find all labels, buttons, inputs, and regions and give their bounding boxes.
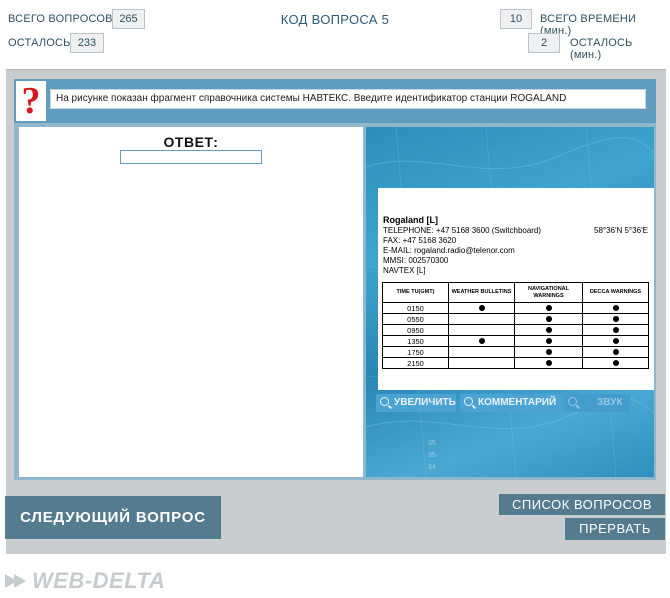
schedule-decca-cell (582, 302, 649, 314)
web-delta-logo: WEB-DELTA (5, 568, 165, 594)
broadcast-dot-icon (545, 348, 552, 355)
schedule-table: TIME TU(GMT) WEATHER BULLETINS NAVIGATIO… (382, 282, 649, 369)
remaining-questions-value: 233 (70, 33, 104, 53)
schedule-row: 0550 (382, 313, 649, 325)
logo-arrow-icon (5, 574, 26, 588)
sound-label: ЗВУК (597, 397, 623, 408)
magnifier-icon (568, 397, 577, 406)
schedule-nav-cell (514, 302, 583, 314)
schedule-time: 1350 (382, 335, 449, 347)
schedule-weather-cell (448, 324, 515, 336)
schedule-decca-cell (582, 335, 649, 347)
schedule-decca-cell (582, 324, 649, 336)
broadcast-dot-icon (612, 304, 619, 311)
station-mmsi: MMSI: 002570300 (383, 256, 449, 265)
schedule-time: 1750 (382, 346, 449, 358)
schedule-decca-cell (582, 313, 649, 325)
schedule-time: 0950 (382, 324, 449, 336)
zoom-label: УВЕЛИЧИТЬ (394, 397, 456, 408)
time-left-value: 2 (528, 33, 560, 53)
comment-label: КОММЕНТАРИЙ (478, 397, 557, 408)
schedule-row: 2150 (382, 357, 649, 369)
total-time-value: 10 (500, 9, 532, 29)
station-navtex: NAVTEX [L] (383, 266, 426, 275)
answer-pane (19, 127, 363, 477)
schedule-nav-cell (514, 324, 583, 336)
next-question-button[interactable]: СЛЕДУЮЩИЙ ВОПРОС (5, 496, 221, 539)
schedule-header-weather: WEATHER BULLETINS (448, 282, 515, 303)
station-name: Rogaland [L] (383, 215, 438, 225)
station-coords: 58°36'N 5°36'E (594, 226, 648, 235)
broadcast-dot-icon (612, 348, 619, 355)
broadcast-dot-icon (478, 304, 485, 311)
schedule-nav-cell (514, 313, 583, 325)
remaining-questions-label: ОСТАЛОСЬ (8, 37, 71, 49)
schedule-weather-cell (448, 302, 515, 314)
schedule-decca-cell (582, 346, 649, 358)
schedule-row: 0150 (382, 302, 649, 314)
schedule-nav-cell (514, 357, 583, 369)
answer-label: ОТВЕТ: (163, 134, 219, 150)
schedule-nav-cell (514, 346, 583, 358)
sound-button[interactable]: ЗВУК (564, 394, 630, 412)
schedule-header-decca: DECCA WARNINGS (582, 282, 649, 303)
broadcast-dot-icon (545, 337, 552, 344)
zoom-button[interactable]: УВЕЛИЧИТЬ (376, 394, 456, 412)
broadcast-dot-icon (545, 359, 552, 366)
magnifier-icon (464, 397, 473, 406)
chart-depth-label: 35 (428, 440, 436, 447)
schedule-row: 1750 (382, 346, 649, 358)
schedule-decca-cell (582, 357, 649, 369)
answer-input[interactable] (120, 150, 262, 164)
station-telephone: TELEPHONE: +47 5168 3600 (Switchboard) (383, 226, 542, 235)
chart-depth-label: 34 (428, 464, 436, 471)
broadcast-dot-icon (545, 315, 552, 322)
schedule-header-time: TIME TU(GMT) (382, 282, 449, 303)
broadcast-dot-icon (612, 315, 619, 322)
comment-button[interactable]: КОММЕНТАРИЙ (460, 394, 561, 412)
chart-depth-label: 35 (428, 452, 436, 459)
schedule-time: 2150 (382, 357, 449, 369)
logo-text: WEB-DELTA (32, 568, 166, 593)
broadcast-dot-icon (612, 326, 619, 333)
schedule-weather-cell (448, 346, 515, 358)
schedule-time: 0150 (382, 302, 449, 314)
broadcast-dot-icon (612, 359, 619, 366)
magnifier-icon (380, 397, 389, 406)
broadcast-dot-icon (612, 337, 619, 344)
schedule-time: 0550 (382, 313, 449, 325)
navtex-document: Rogaland [L] TELEPHONE: +47 5168 3600 (S… (378, 188, 654, 390)
abort-button[interactable]: ПРЕРВАТЬ (565, 518, 665, 540)
broadcast-dot-icon (545, 304, 552, 311)
schedule-row: 1350 (382, 335, 649, 347)
question-mark-icon: ? (16, 81, 46, 121)
question-list-button[interactable]: СПИСОК ВОПРОСОВ (499, 494, 665, 515)
broadcast-dot-icon (478, 337, 485, 344)
schedule-row: 0950 (382, 324, 649, 336)
schedule-weather-cell (448, 357, 515, 369)
question-text: На рисунке показан фрагмент справочника … (50, 89, 646, 109)
station-email: E-MAIL: rogaland.radio@telenor.com (383, 246, 515, 255)
schedule-nav-cell (514, 335, 583, 347)
time-left-label: ОСТАЛОСЬ (мин.) (570, 37, 633, 61)
schedule-weather-cell (448, 335, 515, 347)
station-fax: FAX: +47 5168 3620 (383, 236, 457, 245)
schedule-weather-cell (448, 313, 515, 325)
schedule-header-nav: NAVIGATIONAL WARNINGS (514, 282, 583, 303)
broadcast-dot-icon (545, 326, 552, 333)
